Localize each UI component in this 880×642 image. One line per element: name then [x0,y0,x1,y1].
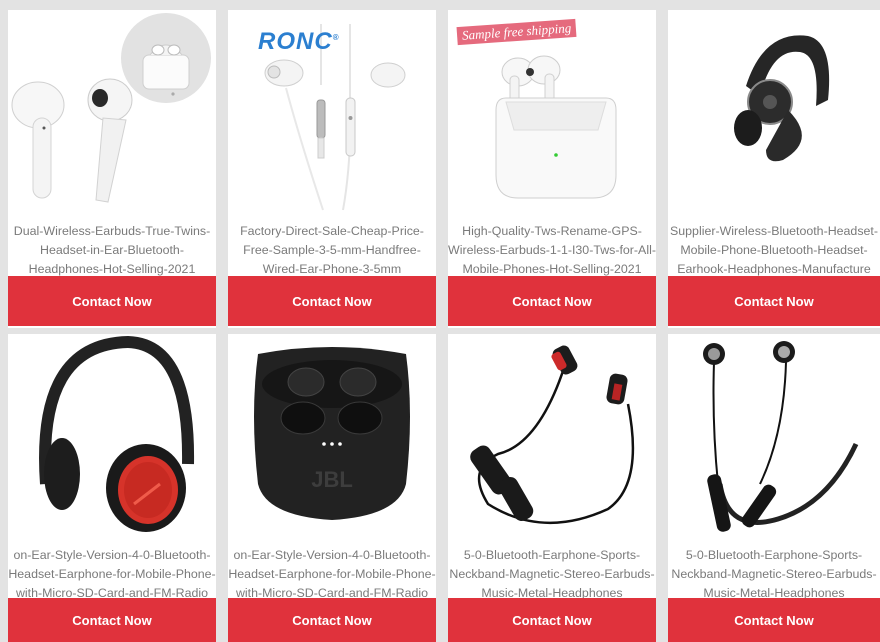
product-card[interactable]: JBL on-Ear-Style-Version-4-0-Bluetooth- H… [228,334,436,642]
product-title[interactable]: Factory-Direct-Sale-Cheap-Price- Free-Sam… [228,222,436,279]
product-card[interactable]: Sample free shipping High-Quality-Tws-Re… [448,10,656,328]
contact-now-button[interactable]: Contact Now [228,598,436,642]
contact-now-button[interactable]: Contact Now [448,598,656,642]
product-card[interactable]: Supplier-Wireless-Bluetooth-Headset- Mobi… [668,10,880,328]
contact-now-button[interactable]: Contact Now [8,276,216,326]
product-title[interactable]: on-Ear-Style-Version-4-0-Bluetooth- Heads… [228,546,436,603]
contact-now-button[interactable]: Contact Now [668,276,880,326]
product-grid: Dual-Wireless-Earbuds-True-Twins- Headset… [0,0,880,642]
contact-now-button[interactable]: Contact Now [668,598,880,642]
product-image-neckband-earphones-silver[interactable] [668,334,880,540]
product-image-earhook-headset[interactable] [668,10,880,216]
product-image-earbuds[interactable] [8,10,216,216]
product-title[interactable]: on-Ear-Style-Version-4-0-Bluetooth- Heads… [8,546,216,603]
product-image-earbuds-black-case[interactable]: JBL [228,334,436,540]
product-title[interactable]: High-Quality-Tws-Rename-GPS- Wireless-Ear… [448,222,656,279]
product-title[interactable]: Dual-Wireless-Earbuds-True-Twins- Headset… [8,222,216,279]
svg-text:JBL: JBL [311,467,353,492]
contact-now-button[interactable]: Contact Now [8,598,216,642]
contact-now-button[interactable]: Contact Now [448,276,656,326]
product-card[interactable]: RONC® Factory-Direct-Sale-Cheap-Price- Fr… [228,10,436,328]
product-card[interactable]: Dual-Wireless-Earbuds-True-Twins- Headset… [8,10,216,328]
product-title[interactable]: 5-0-Bluetooth-Earphone-Sports- Neckband-M… [668,546,880,603]
contact-now-button[interactable]: Contact Now [228,276,436,326]
brand-logo: RONC® [258,28,340,55]
product-title[interactable]: Supplier-Wireless-Bluetooth-Headset- Mobi… [668,222,880,279]
product-card[interactable]: 5-0-Bluetooth-Earphone-Sports- Neckband-M… [668,334,880,642]
product-image-neckband-earphones-red[interactable] [448,334,656,540]
product-card[interactable]: on-Ear-Style-Version-4-0-Bluetooth- Heads… [8,334,216,642]
product-image-over-ear-headphones[interactable] [8,334,216,540]
product-title[interactable]: 5-0-Bluetooth-Earphone-Sports- Neckband-M… [448,546,656,603]
product-card[interactable]: 5-0-Bluetooth-Earphone-Sports- Neckband-M… [448,334,656,642]
